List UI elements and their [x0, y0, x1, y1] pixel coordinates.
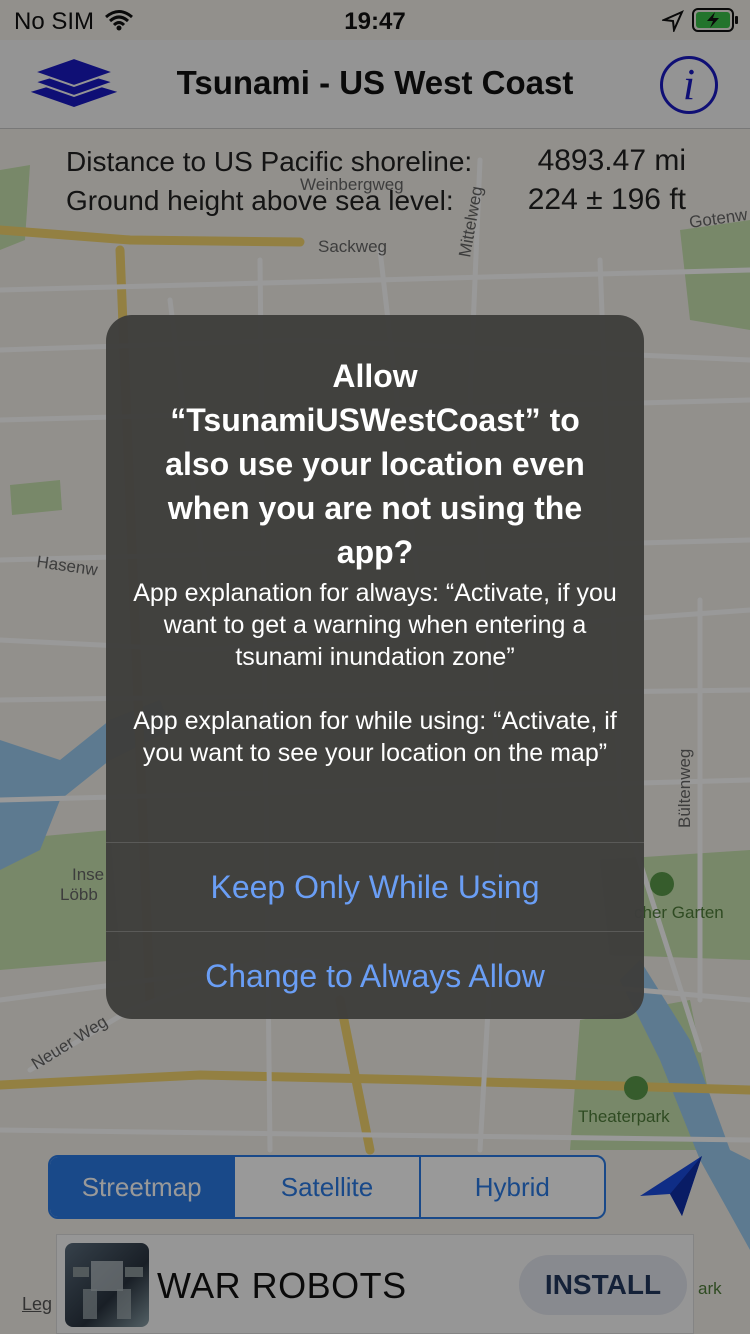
- alert-message-while-using: App explanation for while using: “Activa…: [133, 707, 617, 767]
- location-permission-alert: Allow “TsunamiUSWestCoast” to also use y…: [106, 315, 644, 1019]
- alert-title: Allow “TsunamiUSWestCoast” to also use y…: [165, 358, 585, 570]
- alert-message-always: App explanation for always: “Activate, i…: [133, 579, 617, 671]
- always-allow-button[interactable]: Change to Always Allow: [106, 931, 644, 1019]
- keep-while-using-button[interactable]: Keep Only While Using: [106, 842, 644, 930]
